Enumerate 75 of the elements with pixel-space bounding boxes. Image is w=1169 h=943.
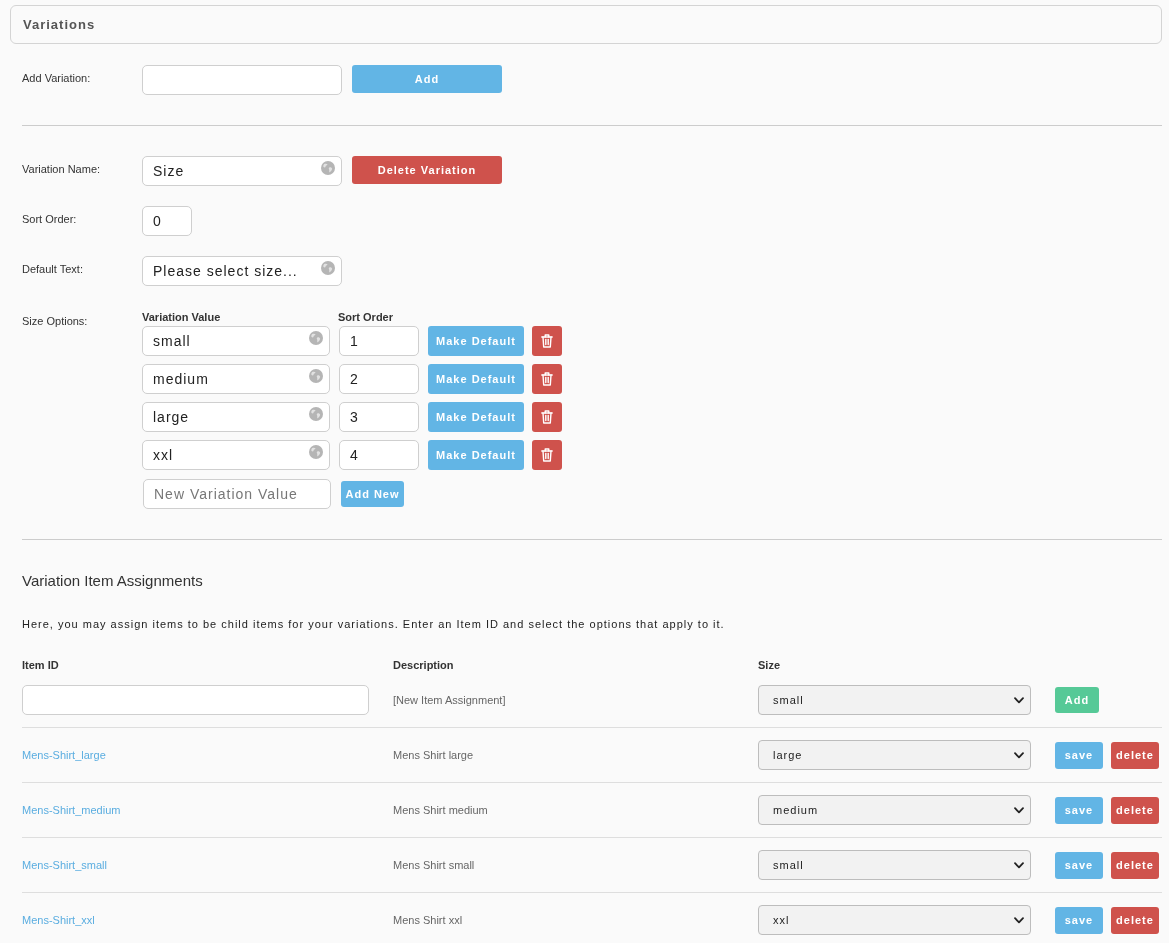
item-link[interactable]: Mens-Shirt_small [22, 859, 107, 871]
column-header: Sort Order [338, 311, 393, 325]
description-cell: Mens Shirt small [393, 859, 475, 871]
column-header: Item ID [22, 659, 59, 671]
size-select[interactable]: medium [758, 795, 1031, 825]
delete-button[interactable]: delete [1111, 906, 1159, 934]
delete-option-button[interactable] [532, 364, 562, 394]
add-new-button[interactable]: Add New [341, 481, 404, 507]
size-select[interactable]: small [758, 685, 1031, 715]
make-default-button[interactable]: Make Default [428, 326, 524, 356]
column-header: Size [758, 659, 780, 671]
save-button[interactable]: save [1055, 906, 1103, 934]
sort-order-input[interactable]: 0 [142, 206, 192, 236]
field-label: Sort Order: [22, 213, 77, 225]
size-select[interactable]: xxl [758, 905, 1031, 935]
option-value-field[interactable]: medium [142, 364, 330, 394]
chevron-down-icon [1014, 751, 1024, 759]
globe-icon[interactable] [321, 261, 335, 275]
description-cell: [New Item Assignment] [393, 694, 506, 706]
globe-icon[interactable] [309, 331, 323, 345]
delete-button[interactable]: delete [1111, 741, 1159, 769]
item-id-input[interactable] [22, 685, 369, 715]
globe-icon[interactable] [309, 407, 323, 421]
globe-icon[interactable] [309, 369, 323, 383]
make-default-button[interactable]: Make Default [428, 402, 524, 432]
item-link[interactable]: Mens-Shirt_large [22, 749, 106, 761]
panel-title: Variations [23, 17, 96, 32]
default-text-field[interactable]: Please select size... [142, 256, 342, 286]
make-default-button[interactable]: Make Default [428, 364, 524, 394]
item-link[interactable]: Mens-Shirt_xxl [22, 914, 95, 926]
delete-option-button[interactable] [532, 326, 562, 356]
option-sort-input[interactable]: 1 [339, 326, 419, 356]
column-header: Description [393, 659, 454, 671]
option-sort-input[interactable]: 2 [339, 364, 419, 394]
globe-icon[interactable] [309, 445, 323, 459]
column-header: Variation Value [142, 311, 221, 325]
size-select[interactable]: small [758, 850, 1031, 880]
field-label: Add Variation: [22, 72, 91, 84]
description-cell: Mens Shirt xxl [393, 914, 463, 926]
field-label: Size Options: [22, 315, 88, 327]
delete-button[interactable]: delete [1111, 796, 1159, 824]
globe-icon[interactable] [321, 161, 335, 175]
variation-name-field[interactable]: Size [142, 156, 342, 186]
field-label: Default Text: [22, 263, 83, 275]
chevron-down-icon [1014, 916, 1024, 924]
field-label: Variation Name: [22, 163, 101, 175]
description-cell: Mens Shirt large [393, 749, 474, 761]
option-value-field[interactable]: large [142, 402, 330, 432]
variation-name-input[interactable] [142, 65, 342, 95]
option-value-field[interactable]: xxl [142, 440, 330, 470]
make-default-button[interactable]: Make Default [428, 440, 524, 470]
trash-icon [541, 372, 553, 386]
save-button[interactable]: save [1055, 851, 1103, 879]
option-value-field[interactable]: small [142, 326, 330, 356]
chevron-down-icon [1014, 696, 1024, 704]
delete-variation-button[interactable]: Delete Variation [352, 156, 502, 184]
trash-icon [541, 448, 553, 462]
chevron-down-icon [1014, 861, 1024, 869]
section-title: Variation Item Assignments [22, 572, 203, 590]
add-button[interactable]: Add [352, 65, 502, 93]
option-sort-input[interactable]: 3 [339, 402, 419, 432]
new-value-input[interactable]: New Variation Value [143, 479, 331, 509]
chevron-down-icon [1014, 806, 1024, 814]
option-sort-input[interactable]: 4 [339, 440, 419, 470]
description-cell: Mens Shirt medium [393, 804, 488, 816]
save-button[interactable]: save [1055, 741, 1103, 769]
size-select[interactable]: large [758, 740, 1031, 770]
delete-option-button[interactable] [532, 402, 562, 432]
trash-icon [541, 410, 553, 424]
trash-icon [541, 334, 553, 348]
delete-option-button[interactable] [532, 440, 562, 470]
save-button[interactable]: save [1055, 796, 1103, 824]
description-text: Here, you may assign items to be child items for your variations. Enter an Item ID and select the options that apply to it. [22, 617, 725, 631]
delete-button[interactable]: delete [1111, 851, 1159, 879]
item-link[interactable]: Mens-Shirt_medium [22, 804, 121, 816]
